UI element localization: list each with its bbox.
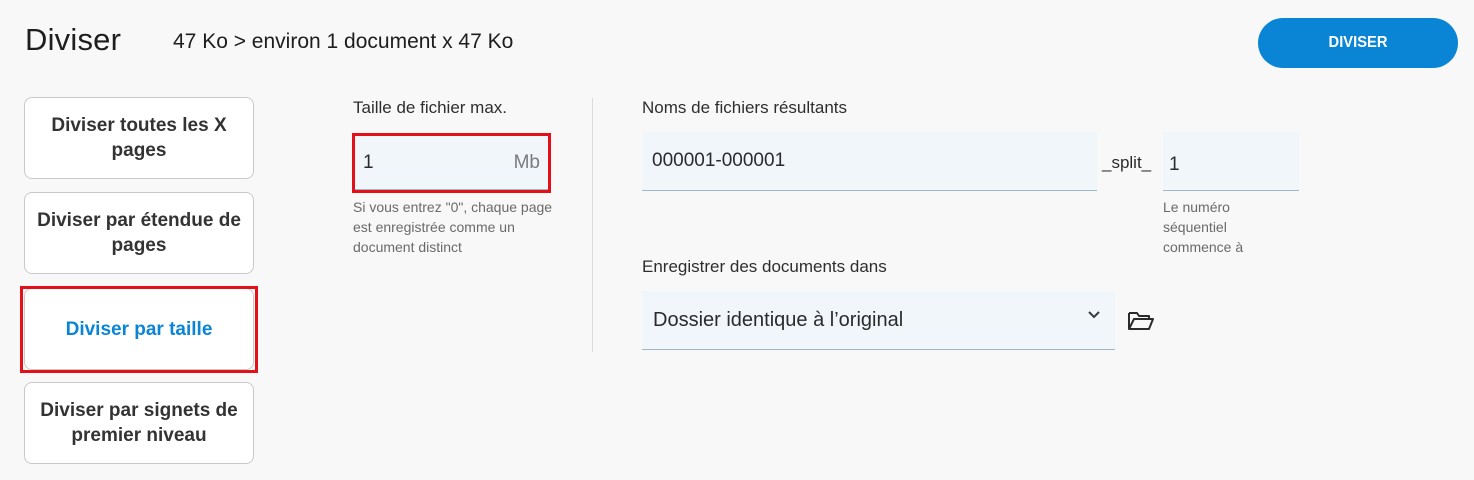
save-location-value: Dossier identique à l’original bbox=[653, 308, 904, 331]
chevron-down-icon bbox=[1088, 311, 1100, 319]
filename-base-input[interactable] bbox=[652, 150, 1087, 172]
divide-button-label: DIVISER bbox=[1328, 34, 1388, 51]
mode-label: Diviser toutes les X pages bbox=[51, 115, 227, 161]
max-size-unit: Mb bbox=[513, 151, 540, 173]
sequence-start-input[interactable] bbox=[1169, 146, 1293, 176]
save-location-select[interactable]: Dossier identique à l’original bbox=[642, 291, 1115, 350]
page-title: Diviser bbox=[25, 22, 122, 57]
sequence-start-field[interactable] bbox=[1163, 132, 1299, 191]
mode-label: Diviser par étendue de pages bbox=[37, 210, 241, 256]
mode-label: Diviser par signets de premier niveau bbox=[40, 400, 238, 446]
max-size-label: Taille de fichier max. bbox=[353, 98, 508, 117]
column-divider bbox=[592, 98, 593, 352]
mode-by-size[interactable]: Diviser par taille bbox=[24, 288, 254, 370]
mode-every-x-pages[interactable]: Diviser toutes les X pages bbox=[24, 97, 254, 179]
size-estimate: 47 Ko > environ 1 document x 47 Ko bbox=[173, 30, 514, 53]
filename-separator: _split_ bbox=[1102, 153, 1152, 172]
save-location-label: Enregistrer des documents dans bbox=[642, 257, 887, 276]
max-size-field[interactable]: Mb bbox=[355, 136, 548, 190]
mode-by-bookmarks[interactable]: Diviser par signets de premier niveau bbox=[24, 382, 254, 464]
divide-button[interactable]: DIVISER bbox=[1258, 18, 1458, 68]
mode-page-range[interactable]: Diviser par étendue de pages bbox=[24, 192, 254, 274]
split-document-panel: Diviser 47 Ko > environ 1 document x 47 … bbox=[0, 0, 1474, 480]
filename-base-field[interactable] bbox=[642, 132, 1097, 191]
max-size-input[interactable] bbox=[363, 151, 514, 174]
sequence-start-help: Le numéro séquentiel commence à bbox=[1163, 199, 1244, 255]
mode-label: Diviser par taille bbox=[65, 318, 213, 340]
max-size-help: Si vous entrez "0", chaque page est enre… bbox=[353, 199, 553, 255]
folder-open-icon[interactable] bbox=[1127, 309, 1155, 333]
filenames-label: Noms de fichiers résultants bbox=[642, 98, 848, 117]
